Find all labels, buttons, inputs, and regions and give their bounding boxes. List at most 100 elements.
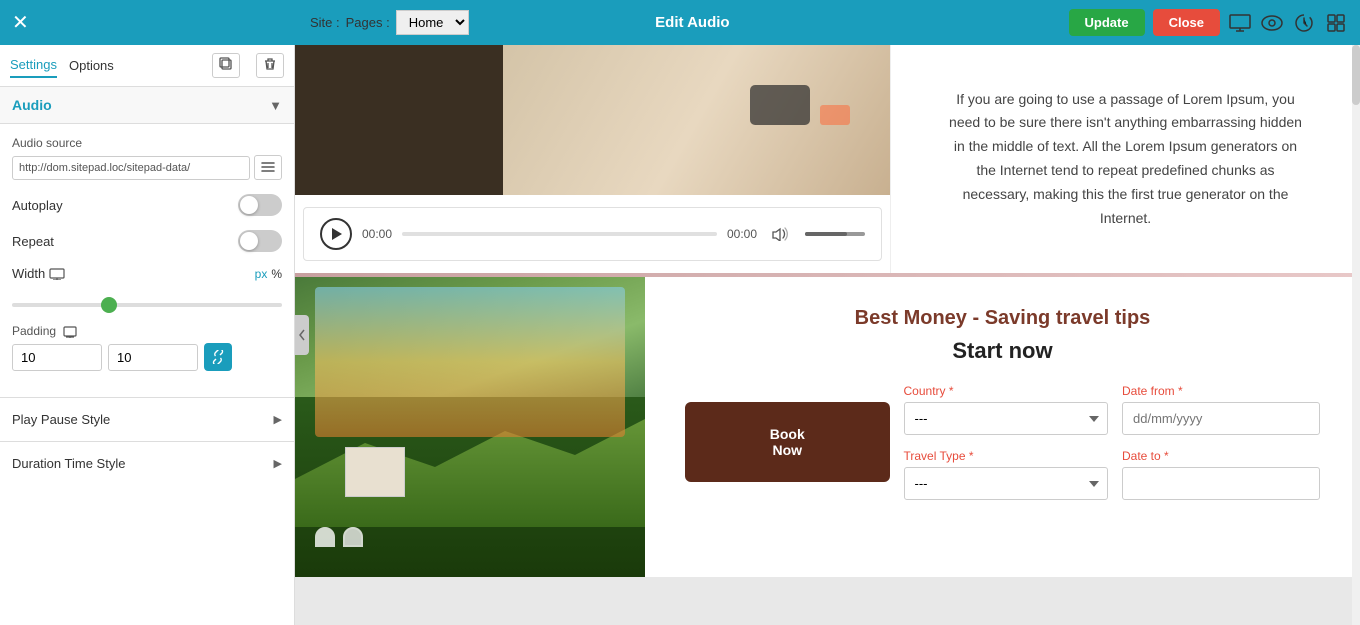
- top-content-area: 00:00 00:00 If you are going to use a pa…: [295, 45, 1360, 273]
- audio-source-field: Audio source: [12, 136, 282, 180]
- width-slider[interactable]: [12, 303, 282, 307]
- section-audio-title: Audio: [12, 97, 52, 113]
- autoplay-toggle[interactable]: [238, 194, 282, 216]
- padding-row: [12, 343, 282, 371]
- date-to-input[interactable]: [1122, 467, 1320, 500]
- form-grid: Country * --- Date from * BookNow Travel…: [685, 384, 1320, 500]
- width-units: px %: [255, 267, 282, 281]
- top-image: [295, 45, 890, 195]
- structure-icon[interactable]: [1324, 11, 1348, 35]
- dark-boots-area: [295, 45, 503, 195]
- left-content: 00:00 00:00: [295, 45, 890, 273]
- travel-image: [295, 277, 645, 577]
- audio-source-menu-button[interactable]: [254, 155, 282, 180]
- canvas-content: 00:00 00:00 If you are going to use a pa…: [295, 45, 1360, 625]
- country-label: Country *: [904, 384, 1109, 398]
- panel-content: Audio source Autoplay Repeat: [0, 124, 294, 397]
- repeat-knob: [240, 232, 258, 250]
- topbar: ✕ Edit Audio Site : Pages : Home Update …: [0, 0, 1360, 45]
- repeat-row: Repeat: [12, 230, 282, 252]
- autoplay-knob: [240, 196, 258, 214]
- date-from-input[interactable]: [1122, 402, 1320, 435]
- width-label: Width: [12, 266, 255, 281]
- topbar-right: Update Close: [1069, 0, 1348, 45]
- lorem-text: If you are going to use a passage of Lor…: [946, 88, 1306, 231]
- copy-style-button[interactable]: [212, 53, 240, 78]
- audio-source-input[interactable]: [12, 156, 250, 180]
- audio-section-header[interactable]: Audio ▼: [0, 87, 294, 124]
- light-items-area: [503, 45, 890, 195]
- country-select[interactable]: ---: [904, 402, 1109, 435]
- country-field: Country * ---: [904, 384, 1109, 435]
- delete-button[interactable]: [256, 53, 284, 78]
- sunset-sky: [315, 287, 625, 437]
- volume-bar[interactable]: [805, 232, 865, 236]
- width-row: Width px %: [12, 266, 282, 281]
- play-pause-label: Play Pause Style: [12, 412, 110, 427]
- travel-type-select[interactable]: ---: [904, 467, 1109, 500]
- play-button[interactable]: [320, 218, 352, 250]
- travel-type-label: Travel Type *: [904, 449, 1109, 463]
- play-pause-header[interactable]: Play Pause Style ▶: [0, 398, 294, 441]
- tab-options[interactable]: Options: [69, 54, 114, 77]
- preview-icon[interactable]: [1260, 11, 1284, 35]
- duration-time-section[interactable]: Duration Time Style ▶: [0, 441, 294, 485]
- play-pause-arrow: ▶: [274, 413, 282, 426]
- scrollbar-track: [1352, 45, 1360, 625]
- width-slider-container: [12, 295, 282, 310]
- umbrella-2: [343, 527, 363, 547]
- tab-settings[interactable]: Settings: [10, 53, 57, 78]
- date-from-label: Date from *: [1122, 384, 1320, 398]
- house-shape: [345, 447, 405, 497]
- close-button[interactable]: Close: [1153, 9, 1220, 36]
- panel-close-button[interactable]: ✕: [12, 10, 29, 35]
- canvas-area: 00:00 00:00 If you are going to use a pa…: [295, 45, 1360, 625]
- bottom-section: Best Money - Saving travel tips Start no…: [295, 277, 1360, 577]
- topbar-icons: [1228, 11, 1348, 35]
- volume-button[interactable]: [767, 220, 795, 248]
- play-pause-section[interactable]: Play Pause Style ▶: [0, 397, 294, 441]
- map-shape: [820, 105, 850, 125]
- top-image-inner: [295, 45, 890, 195]
- date-to-field: Date to *: [1122, 449, 1320, 500]
- time-start: 00:00: [362, 227, 392, 241]
- travel-subtitle: Start now: [685, 338, 1320, 364]
- section-audio-arrow: ▼: [269, 98, 282, 113]
- repeat-toggle[interactable]: [238, 230, 282, 252]
- panel-tabs: Settings Options: [0, 45, 294, 87]
- padding-field: Padding: [12, 324, 282, 371]
- desktop-icon[interactable]: [1228, 11, 1252, 35]
- update-button[interactable]: Update: [1069, 9, 1145, 36]
- play-icon: [332, 228, 342, 240]
- unit-px-button[interactable]: px: [255, 267, 268, 281]
- left-panel: Settings Options Audio ▼ Audio source: [0, 45, 295, 625]
- autoplay-label: Autoplay: [12, 198, 63, 213]
- travel-form-area: Best Money - Saving travel tips Start no…: [645, 277, 1360, 577]
- padding-left-input[interactable]: [12, 344, 102, 371]
- collapse-handle[interactable]: [295, 315, 309, 355]
- scrollbar-thumb[interactable]: [1352, 45, 1360, 105]
- history-icon[interactable]: [1292, 11, 1316, 35]
- umbrella-row: [315, 527, 363, 547]
- pages-select[interactable]: Home: [396, 10, 469, 35]
- unit-percent-button[interactable]: %: [271, 267, 282, 281]
- main-layout: Settings Options Audio ▼ Audio source: [0, 45, 1360, 625]
- duration-time-label: Duration Time Style: [12, 456, 125, 471]
- camera-shape: [750, 85, 810, 125]
- link-padding-button[interactable]: [204, 343, 232, 371]
- book-now-button[interactable]: BookNow: [685, 402, 890, 482]
- duration-time-arrow: ▶: [274, 457, 282, 470]
- padding-label: Padding: [12, 324, 282, 338]
- duration-time-header[interactable]: Duration Time Style ▶: [0, 442, 294, 485]
- umbrella-1: [315, 527, 335, 547]
- autoplay-row: Autoplay: [12, 194, 282, 216]
- date-from-field: Date from *: [1122, 384, 1320, 435]
- padding-right-input[interactable]: [108, 344, 198, 371]
- site-pages-bar: Site : Pages : Home: [310, 0, 469, 45]
- time-end: 00:00: [727, 227, 757, 241]
- audio-source-label: Audio source: [12, 136, 282, 150]
- right-text-panel: If you are going to use a passage of Lor…: [890, 45, 1360, 273]
- progress-bar[interactable]: [402, 232, 717, 236]
- repeat-label: Repeat: [12, 234, 54, 249]
- audio-source-row: [12, 155, 282, 180]
